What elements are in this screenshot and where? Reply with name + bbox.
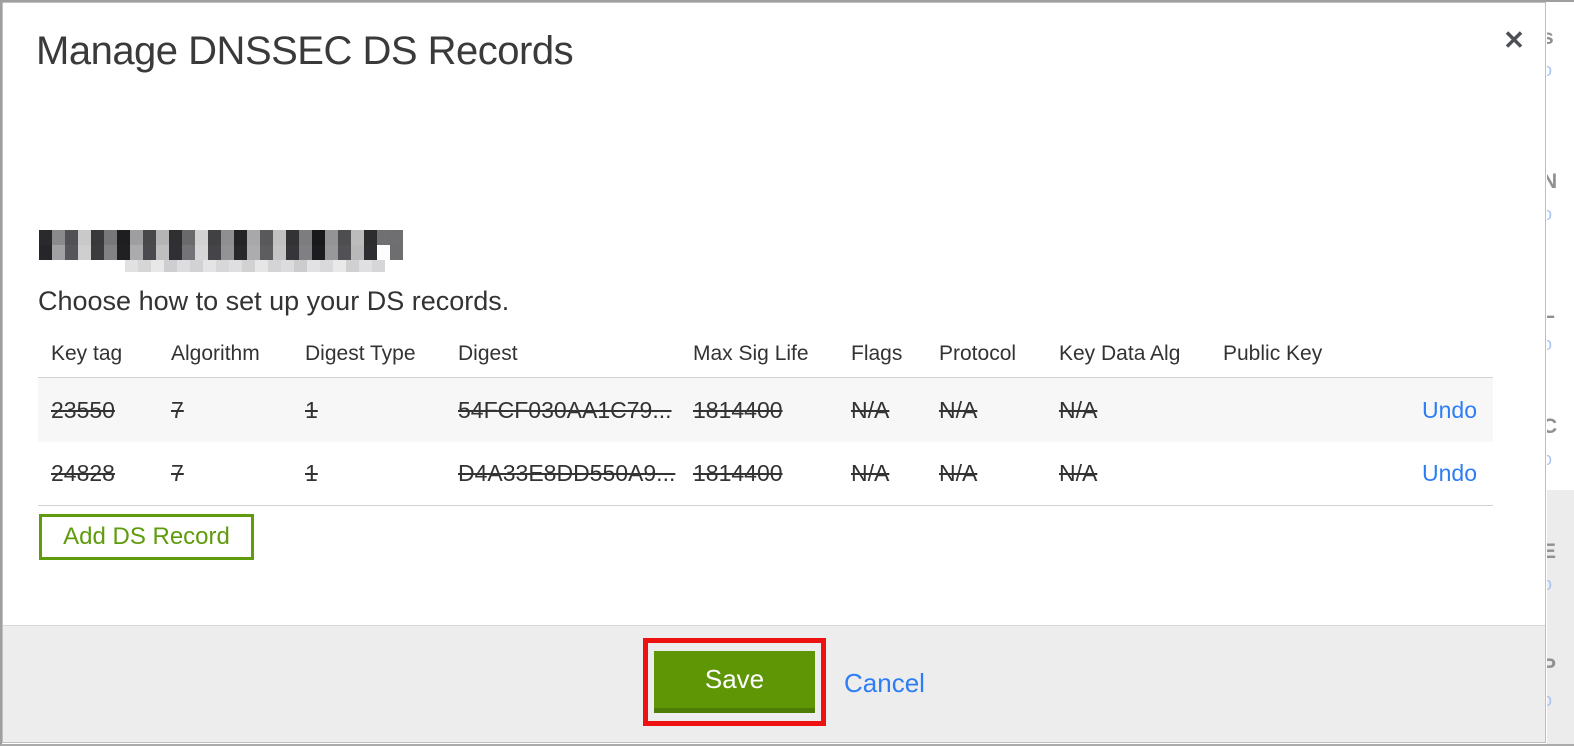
cell-max-sig-life: 1814400: [693, 460, 783, 486]
cell-protocol: N/A: [939, 460, 978, 486]
redacted-domain-name: [39, 230, 403, 260]
table-header-row: Key tag Algorithm Digest Type Digest Max…: [38, 331, 1493, 378]
background-text-fragment: o: [1547, 204, 1553, 224]
cell-flags: N/A: [851, 460, 890, 486]
redacted-domain-name-shadow: [125, 260, 385, 272]
background-text-fragment: o: [1547, 449, 1553, 469]
header-digest: Digest: [458, 342, 518, 365]
background-text-fragment: s: [1547, 26, 1554, 49]
header-digest-type: Digest Type: [305, 342, 416, 365]
cell-key-data-alg: N/A: [1059, 460, 1098, 486]
close-icon[interactable]: ✕: [1499, 25, 1529, 55]
ds-records-table: Key tag Algorithm Digest Type Digest Max…: [38, 331, 1493, 506]
instruction-text: Choose how to set up your DS records.: [38, 286, 510, 316]
header-key-data-alg: Key Data Alg: [1059, 342, 1181, 365]
background-text-fragment: L: [1547, 300, 1555, 323]
background-text-fragment: N: [1547, 170, 1558, 193]
cell-algorithm: 7: [171, 396, 184, 423]
cell-protocol: N/A: [939, 396, 978, 423]
background-text-fragment: o: [1547, 334, 1553, 354]
cell-digest-type: 1: [305, 396, 318, 423]
cell-max-sig-life: 1814400: [693, 396, 783, 423]
background-text-fragment: o: [1547, 574, 1553, 594]
header-public-key: Public Key: [1223, 342, 1323, 365]
header-protocol: Protocol: [939, 342, 1017, 365]
background-text-fragment: C: [1547, 415, 1558, 438]
manage-dnssec-modal: Manage DNSSEC DS Records ✕ Choose how to…: [2, 2, 1546, 743]
table-row: 24828 7 1 D4A33E8DD550A9... 1814400 N/A …: [38, 442, 1493, 506]
header-key-tag: Key tag: [51, 342, 123, 365]
background-text-fragment: P: [1547, 655, 1557, 678]
cell-digest: 54FCF030AA1C79...: [458, 396, 672, 423]
header-max-sig-life: Max Sig Life: [693, 342, 809, 365]
undo-link[interactable]: Undo: [1422, 397, 1477, 423]
modal-title: Manage DNSSEC DS Records: [36, 29, 574, 73]
add-ds-record-button[interactable]: Add DS Record: [39, 514, 254, 560]
screenshot-root: soNoLoCoEoPo Manage DNSSEC DS Records ✕ …: [0, 0, 1574, 746]
header-flags: Flags: [851, 342, 903, 365]
cancel-link[interactable]: Cancel: [844, 668, 925, 699]
cell-digest: D4A33E8DD550A9...: [458, 460, 676, 486]
background-text-fragment: o: [1547, 60, 1553, 80]
cell-key-data-alg: N/A: [1059, 396, 1098, 423]
annotation-rectangle: Save: [643, 638, 826, 726]
background-text-fragment: E: [1547, 540, 1557, 563]
cell-key-tag: 24828: [51, 460, 115, 486]
table-row: 23550 7 1 54FCF030AA1C79... 1814400 N/A …: [38, 378, 1493, 442]
cell-algorithm: 7: [171, 460, 184, 486]
background-page-sliver: soNoLoCoEoPo: [1547, 0, 1574, 746]
cell-flags: N/A: [851, 396, 890, 423]
undo-link[interactable]: Undo: [1422, 460, 1477, 486]
cell-digest-type: 1: [305, 460, 318, 486]
cell-key-tag: 23550: [51, 396, 115, 423]
background-text-fragment: o: [1547, 690, 1553, 710]
save-button[interactable]: Save: [654, 651, 815, 713]
header-algorithm: Algorithm: [171, 342, 260, 365]
